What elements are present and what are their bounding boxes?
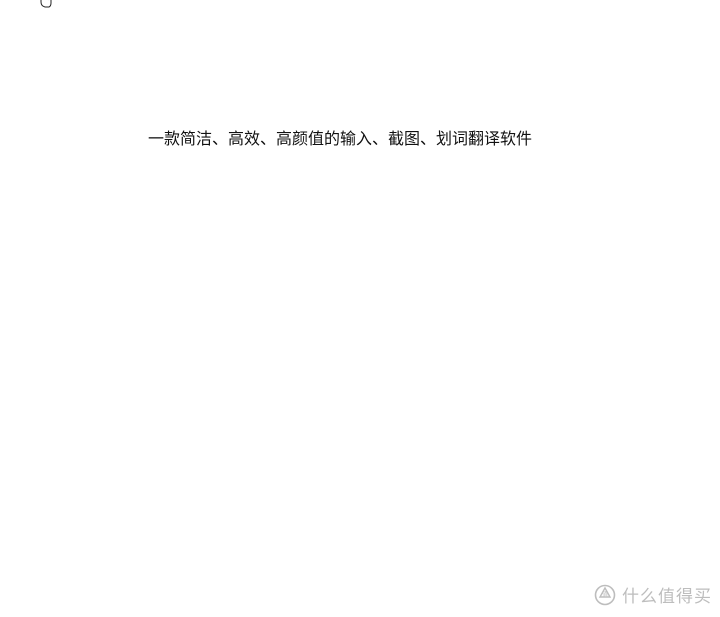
tagline-text: 一款简洁、高效、高颜值的输入、截图、划词翻译软件 [148,129,533,148]
hand-cursor-icon [40,0,52,8]
smzdm-logo-icon: 值 [594,584,616,605]
svg-text:值: 值 [602,590,608,598]
watermark: 值 什么值得买 [594,582,712,607]
watermark-text: 什么值得买 [622,587,712,607]
page: 一款简洁、高效、高颜值的输入、截图、划词翻译软件 值 什么值得买 [0,0,720,617]
